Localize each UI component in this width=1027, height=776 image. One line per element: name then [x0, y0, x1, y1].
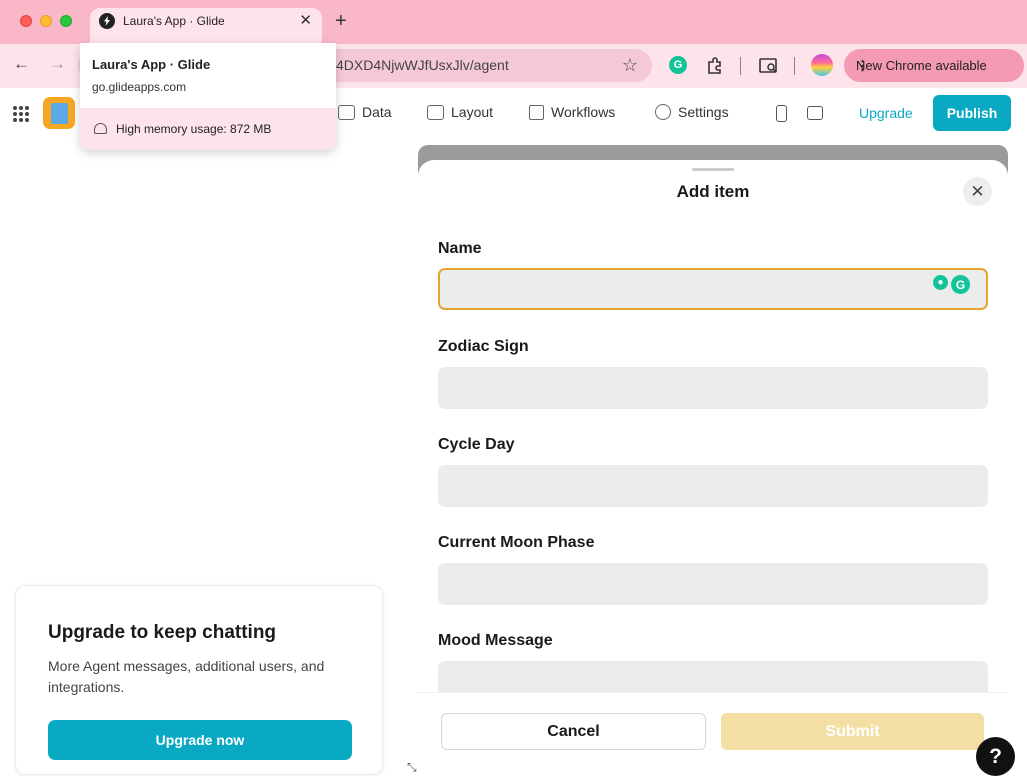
collapse-icon[interactable]: ⤡	[407, 760, 417, 775]
new-tab-button[interactable]: +	[335, 10, 347, 33]
field-label-name: Name	[438, 240, 482, 257]
publish-button[interactable]: Publish	[933, 95, 1011, 131]
apps-grid-icon[interactable]	[13, 106, 29, 122]
maximize-window-button[interactable]	[60, 15, 72, 27]
hover-card-domain: go.glideapps.com	[92, 80, 187, 94]
workflows-icon	[529, 104, 544, 120]
app-logo[interactable]	[43, 97, 75, 129]
upgrade-card-title: Upgrade to keep chatting	[48, 622, 277, 643]
grammarly-extension-icon[interactable]: G	[669, 56, 689, 76]
extensions-puzzle-icon[interactable]	[705, 56, 725, 76]
memory-usage-row: High memory usage: 872 MB	[80, 108, 336, 150]
tab-hover-card: Laura's App · Glide go.glideapps.com Hig…	[80, 43, 336, 150]
browser-titlebar: Laura's App · Glide ✕ +	[0, 0, 1027, 44]
nav-settings[interactable]: Settings	[655, 104, 729, 120]
tablet-preview-icon[interactable]	[807, 106, 823, 120]
nav-layout[interactable]: Layout	[427, 104, 493, 120]
chrome-menu-icon[interactable]: ⋮	[856, 58, 1012, 74]
upgrade-card-body: More Agent messages, additional users, a…	[48, 658, 325, 695]
cancel-button[interactable]: Cancel	[441, 713, 706, 750]
lightbulb-icon[interactable]: ●	[933, 275, 948, 290]
table-icon	[338, 104, 355, 120]
moon-phase-input[interactable]	[438, 563, 988, 605]
cycle-day-input[interactable]	[438, 465, 988, 507]
upgrade-link[interactable]: Upgrade	[859, 105, 913, 121]
hover-card-title: Laura's App · Glide	[92, 57, 211, 72]
url-text[interactable]: 4DXD4NjwWJfUsxJlv/agent	[336, 57, 509, 73]
building-icon	[50, 102, 68, 124]
add-item-modal: Add item ✕ Name ● G Zodiac Sign Cycle Da…	[418, 160, 1008, 776]
nav-data-label: Data	[362, 104, 392, 120]
name-input[interactable]: ● G	[438, 268, 988, 310]
forward-arrow-icon[interactable]: →	[49, 54, 66, 74]
close-window-button[interactable]	[20, 15, 32, 27]
drag-handle[interactable]	[692, 168, 734, 171]
submit-button[interactable]: Submit	[721, 713, 984, 750]
field-label-moon-phase: Current Moon Phase	[438, 534, 595, 551]
grammarly-icon[interactable]: G	[951, 275, 970, 294]
chrome-update-button[interactable]: New Chrome available ⋮	[844, 49, 1024, 82]
close-icon[interactable]: ✕	[963, 177, 992, 206]
upgrade-now-button[interactable]: Upgrade now	[48, 720, 352, 760]
browser-tab[interactable]: Laura's App · Glide ✕	[90, 8, 322, 44]
zodiac-sign-input[interactable]	[438, 367, 988, 409]
memory-usage-text: High memory usage: 872 MB	[116, 122, 272, 136]
minimize-window-button[interactable]	[40, 15, 52, 27]
layout-icon	[427, 104, 444, 120]
profile-avatar[interactable]	[811, 54, 833, 76]
modal-title: Add item	[676, 182, 750, 201]
field-label-cycle-day: Cycle Day	[438, 436, 515, 453]
gear-icon	[655, 104, 671, 120]
tab-title: Laura's App · Glide	[123, 14, 225, 28]
field-label-zodiac-sign: Zodiac Sign	[438, 338, 529, 355]
back-arrow-icon[interactable]: ←	[13, 54, 30, 74]
nav-workflows[interactable]: Workflows	[529, 104, 615, 120]
gauge-icon	[94, 123, 107, 134]
toolbar-separator	[740, 57, 741, 75]
toolbar-separator	[794, 57, 795, 75]
nav-data[interactable]: Data	[338, 104, 392, 120]
nav-workflows-label: Workflows	[551, 104, 616, 120]
tab-close-icon[interactable]: ✕	[299, 11, 312, 29]
glide-favicon-icon	[99, 13, 115, 29]
nav-layout-label: Layout	[451, 104, 494, 120]
bookmark-star-icon[interactable]: ☆	[622, 55, 638, 76]
grammarly-badge[interactable]: ● G	[933, 275, 970, 294]
modal-footer: Cancel Submit	[418, 692, 1008, 776]
phone-preview-icon[interactable]	[776, 105, 787, 122]
field-label-mood-message: Mood Message	[438, 632, 553, 649]
help-button[interactable]: ?	[976, 737, 1015, 776]
upgrade-card: Upgrade to keep chatting More Agent mess…	[15, 585, 383, 775]
nav-settings-label: Settings	[678, 104, 729, 120]
tab-search-icon[interactable]	[759, 56, 779, 76]
